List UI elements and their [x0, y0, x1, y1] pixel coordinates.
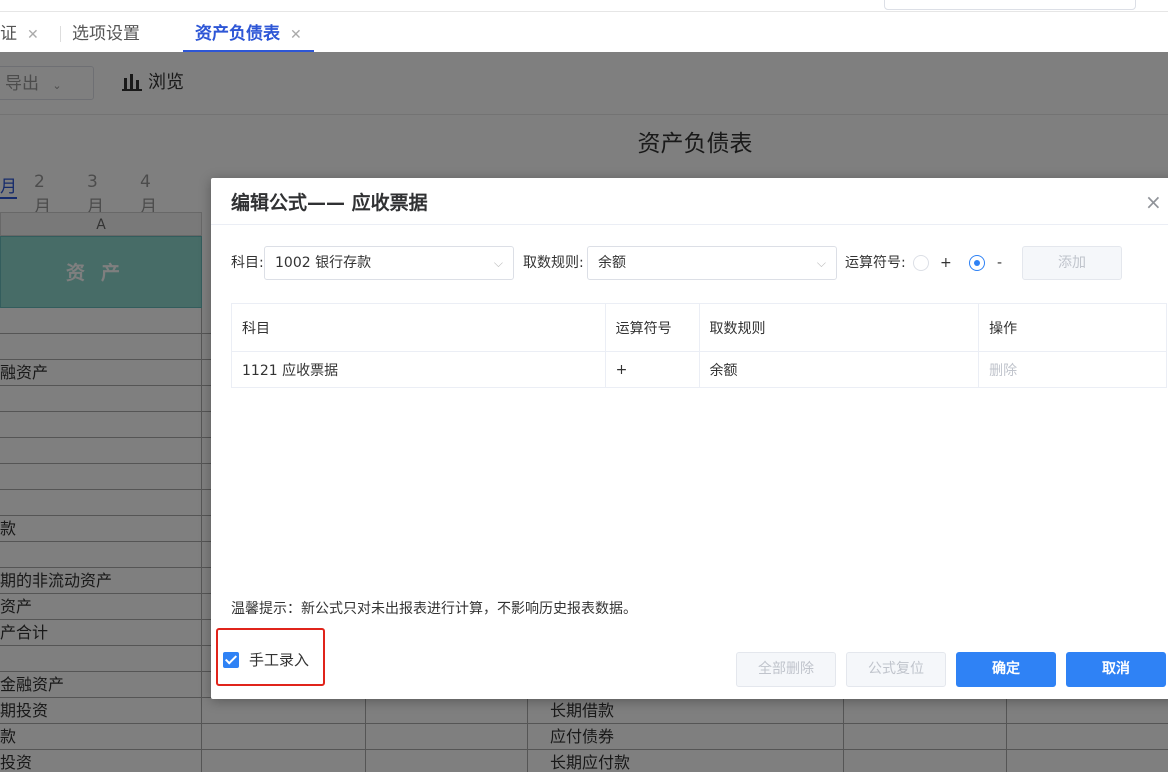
tab-voucher[interactable]: 证 ✕ — [0, 12, 39, 52]
tab-options-settings-label: 选项设置 — [72, 24, 140, 44]
delete-link[interactable]: 删除 — [978, 351, 1167, 388]
dialog-divider — [211, 224, 1168, 225]
delete-all-button[interactable]: 全部删除 — [736, 652, 836, 687]
cell-subject: 1121 应收票据 — [231, 351, 606, 388]
column-header-operator: 运算符号 — [604, 303, 700, 352]
cell-rule: 余额 — [698, 351, 980, 388]
tab-divider — [60, 26, 61, 42]
edit-formula-dialog: 编辑公式—— 应收票据 × 科目: 1002 银行存款 ⌵ 取数规则: 余额 ⌵… — [211, 178, 1168, 699]
close-icon[interactable]: ✕ — [27, 27, 39, 43]
column-header-rule: 取数规则 — [698, 303, 980, 352]
operator-plus-radio[interactable] — [913, 255, 929, 271]
subject-select-value: 1002 银行存款 — [275, 255, 372, 271]
column-header-subject: 科目 — [231, 303, 606, 352]
operator-minus-radio[interactable] — [969, 255, 985, 271]
rule-label: 取数规则: — [523, 255, 584, 271]
close-icon[interactable]: ✕ — [290, 27, 302, 43]
formula-form-row: 科目: 1002 银行存款 ⌵ 取数规则: 余额 ⌵ 运算符号: + - 添加 — [231, 246, 1168, 280]
tab-options-settings[interactable]: 选项设置 — [72, 12, 140, 52]
search-box-edge[interactable] — [884, 0, 1136, 10]
cancel-button[interactable]: 取消 — [1066, 652, 1166, 687]
add-button[interactable]: 添加 — [1022, 246, 1122, 280]
chevron-down-icon: ⌵ — [493, 256, 503, 270]
operator-plus-label: + — [940, 255, 952, 271]
rule-select-value: 余额 — [598, 255, 626, 271]
tab-voucher-label: 证 — [0, 24, 17, 44]
close-icon[interactable]: × — [1145, 190, 1162, 214]
operator-minus-label: - — [997, 255, 1003, 271]
rule-select[interactable]: 余额 ⌵ — [587, 246, 837, 280]
tab-bar: 证 ✕ 选项设置 资产负债表 ✕ — [0, 12, 1168, 52]
subject-label: 科目: — [231, 255, 264, 271]
chevron-down-icon: ⌵ — [816, 256, 826, 270]
top-strip — [0, 0, 1168, 12]
table-header-row: 科目 运算符号 取数规则 操作 — [231, 303, 1167, 352]
tab-balance-sheet-label: 资产负债表 — [195, 24, 280, 44]
table-row: 1121 应收票据 + 余额 删除 — [231, 351, 1167, 388]
column-header-action: 操作 — [978, 303, 1167, 352]
reset-formula-button[interactable]: 公式复位 — [846, 652, 946, 687]
formula-table: 科目 运算符号 取数规则 操作 1121 应收票据 + 余额 删除 — [231, 303, 1167, 388]
operator-label: 运算符号: — [845, 255, 906, 271]
dialog-title: 编辑公式—— 应收票据 — [231, 192, 428, 214]
tip-text: 温馨提示：新公式只对未出报表进行计算，不影响历史报表数据。 — [231, 601, 637, 617]
subject-select[interactable]: 1002 银行存款 ⌵ — [264, 246, 514, 280]
tab-balance-sheet[interactable]: 资产负债表 ✕ — [183, 12, 314, 52]
cell-operator: + — [604, 351, 700, 388]
confirm-button[interactable]: 确定 — [956, 652, 1056, 687]
highlight-box — [216, 628, 325, 686]
